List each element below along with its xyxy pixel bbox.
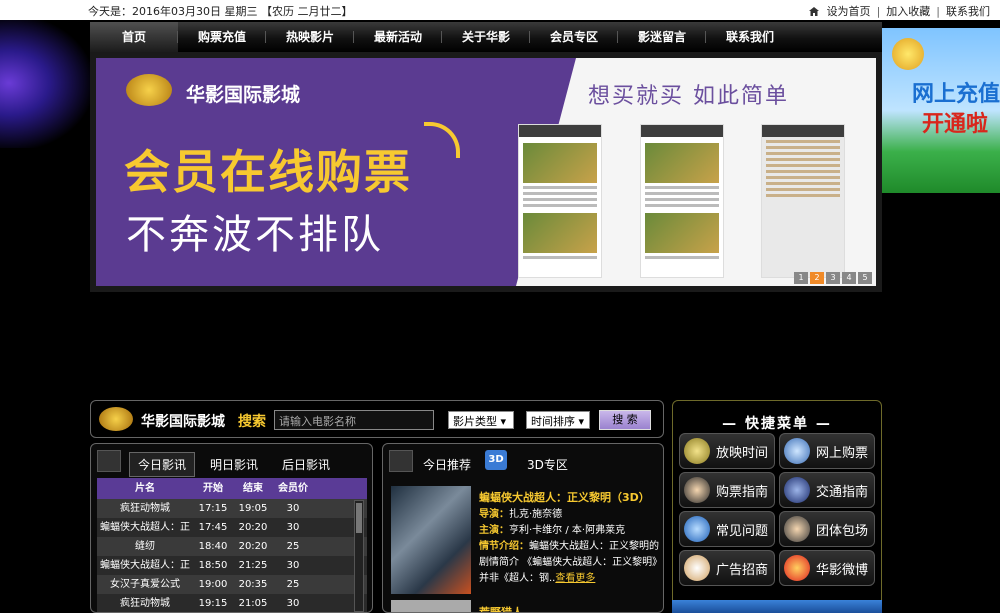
globe-icon: [784, 438, 810, 464]
nav-contact[interactable]: 联系我们: [706, 22, 794, 52]
bottom-banner[interactable]: [672, 600, 882, 613]
phone-screenshot: [518, 124, 602, 278]
movie-poster[interactable]: [391, 600, 471, 612]
tab-day-after[interactable]: 后日影讯: [273, 452, 339, 477]
tab-3d[interactable]: 3D专区: [527, 456, 568, 473]
slide-dot[interactable]: 3: [826, 272, 840, 284]
table-row[interactable]: 疯狂动物城 19:15 21:05 30: [97, 594, 367, 612]
tab-today[interactable]: 今日影讯: [129, 452, 196, 477]
recommend-panel: 今日推荐 3D 3D专区 蝙蝠侠大战超人：正义黎明（3D） 导演：扎克·施奈德 …: [382, 443, 664, 613]
slide-dot[interactable]: 1: [794, 272, 808, 284]
current-date: 今天是：2016年03月30日 星期三 【农历 二月廿二】: [88, 5, 353, 18]
promo-banner[interactable]: 华影国际影城 会员在线购票 不奔波不排队 想买就买 如此简单 1 2 3 4 5: [96, 58, 876, 286]
time-sort-select[interactable]: 时间排序 ▾: [526, 411, 590, 429]
nav-events[interactable]: 最新活动: [354, 22, 442, 52]
table-row[interactable]: 女汉子真爱公式 19:00 20:35 25: [97, 575, 367, 594]
group-icon: [784, 516, 810, 542]
nav-home[interactable]: 首页: [90, 22, 178, 52]
table-body: 疯狂动物城 17:15 19:05 30 蝙蝠侠大战超人：正 17:45 20:20 30 …: [97, 499, 367, 612]
slide-dot[interactable]: 5: [858, 272, 872, 284]
add-favorite-link[interactable]: 加入收藏: [886, 3, 930, 19]
movie-poster[interactable]: [391, 486, 471, 594]
phone-screenshot: [640, 124, 724, 278]
star-icon: [97, 450, 121, 472]
faq-button[interactable]: 常见问题: [679, 511, 775, 547]
person-icon: [684, 477, 710, 503]
quick-menu: — 快捷菜单 — 放映时间 网上购票 购票指南 交通指南 常见问题 团体包场 广…: [672, 400, 882, 613]
ticket-guide-button[interactable]: 购票指南: [679, 472, 775, 508]
showtimes-button[interactable]: 放映时间: [679, 433, 775, 469]
weibo-button[interactable]: 华影微博: [779, 550, 875, 586]
banner-headline: 会员在线购票: [124, 145, 412, 199]
schedule-scrollbar[interactable]: [354, 500, 364, 612]
3d-icon: 3D: [485, 450, 507, 470]
top-bar: 今天是：2016年03月30日 星期三 【农历 二月廿二】 设为首页 | 加入收…: [0, 0, 1000, 20]
movie-type-select[interactable]: 影片类型 ▾: [448, 411, 514, 429]
banner-subline: 不奔波不排队: [126, 212, 384, 258]
main-nav: 首页 购票充值 热映影片 最新活动 关于华影 会员专区 影迷留言 联系我们: [90, 22, 882, 52]
table-row[interactable]: 疯狂动物城 17:15 19:05 30: [97, 499, 367, 518]
schedule-table: 片名 开始 结束 会员价 疯狂动物城 17:15 19:05 30 蝙蝠侠大战超人：正…: [97, 478, 367, 612]
left-decoration: [0, 18, 90, 148]
movie-search-input[interactable]: 请输入电影名称: [274, 410, 434, 430]
ad-line-2: 开通啦: [922, 112, 989, 137]
table-row[interactable]: 蝙蝠侠大战超人：正 17:45 20:20 30: [97, 518, 367, 537]
weibo-icon: [784, 555, 810, 581]
group-booking-button[interactable]: 团体包场: [779, 511, 875, 547]
table-row[interactable]: 蝙蝠侠大战超人：正 18:50 21:25 30: [97, 556, 367, 575]
ad-line-1: 网上充值: [912, 82, 1000, 107]
quick-menu-title: — 快捷菜单 —: [722, 416, 832, 432]
search-keyword-label: 搜索: [238, 414, 266, 430]
advertising-button[interactable]: 广告招商: [679, 550, 775, 586]
slide-dot[interactable]: 4: [842, 272, 856, 284]
home-icon: [808, 6, 819, 16]
phone-screenshot: [761, 124, 845, 278]
film-icon: [389, 450, 413, 472]
separator: |: [936, 4, 940, 18]
movie-title[interactable]: 蝙蝠侠大战超人：正义黎明（3D）: [479, 489, 650, 505]
contact-link[interactable]: 联系我们: [946, 3, 990, 19]
movie-info: 导演：扎克·施奈德 主演：亨利·卡维尔 / 本·阿弗莱克 情节介绍：蝙蝠侠大战超…: [479, 509, 659, 584]
nav-hot-movies[interactable]: 热映影片: [266, 22, 354, 52]
nav-members[interactable]: 会员专区: [530, 22, 618, 52]
schedule-tabs: 今日影讯 明日影讯 后日影讯: [129, 452, 345, 477]
side-advertisement[interactable]: 网上充值 开通啦: [882, 28, 1000, 193]
banner-brand: 华影国际影城: [186, 84, 301, 106]
traffic-guide-button[interactable]: 交通指南: [779, 472, 875, 508]
search-brand: 华影国际影城: [141, 414, 225, 430]
next-movie-title[interactable]: 荒野猎人: [479, 604, 523, 612]
top-links: 设为首页 | 加入收藏 | 联系我们: [808, 3, 990, 19]
slide-pager: 1 2 3 4 5: [794, 272, 872, 284]
question-icon: [684, 516, 710, 542]
table-header: 片名 开始 结束 会员价: [97, 478, 367, 499]
slide-dot-active[interactable]: 2: [810, 272, 824, 284]
tab-recommend[interactable]: 今日推荐: [423, 456, 471, 473]
cup-icon: [684, 555, 710, 581]
cinema-logo: [126, 74, 172, 106]
separator: |: [876, 4, 881, 18]
online-ticket-button[interactable]: 网上购票: [779, 433, 875, 469]
banner-slogan: 想买就买 如此简单: [588, 84, 789, 109]
cinema-logo: [99, 407, 133, 431]
table-row[interactable]: 缝纫 18:40 20:20 25: [97, 537, 367, 556]
ad-logo: [892, 38, 924, 70]
car-icon: [784, 477, 810, 503]
search-button[interactable]: 搜 索: [599, 410, 651, 430]
nav-about[interactable]: 关于华影: [442, 22, 530, 52]
tab-tomorrow[interactable]: 明日影讯: [201, 452, 267, 477]
search-bar: 华影国际影城 搜索 请输入电影名称 影片类型 ▾ 时间排序 ▾ 搜 索: [90, 400, 664, 438]
nav-guestbook[interactable]: 影迷留言: [618, 22, 706, 52]
clock-icon: [684, 438, 710, 464]
nav-ticket[interactable]: 购票充值: [178, 22, 266, 52]
set-home-link[interactable]: 设为首页: [827, 3, 871, 19]
view-more-link[interactable]: 查看更多: [555, 573, 595, 584]
schedule-panel: 今日影讯 明日影讯 后日影讯 片名 开始 结束 会员价 疯狂动物城 17:15 19…: [90, 443, 373, 613]
